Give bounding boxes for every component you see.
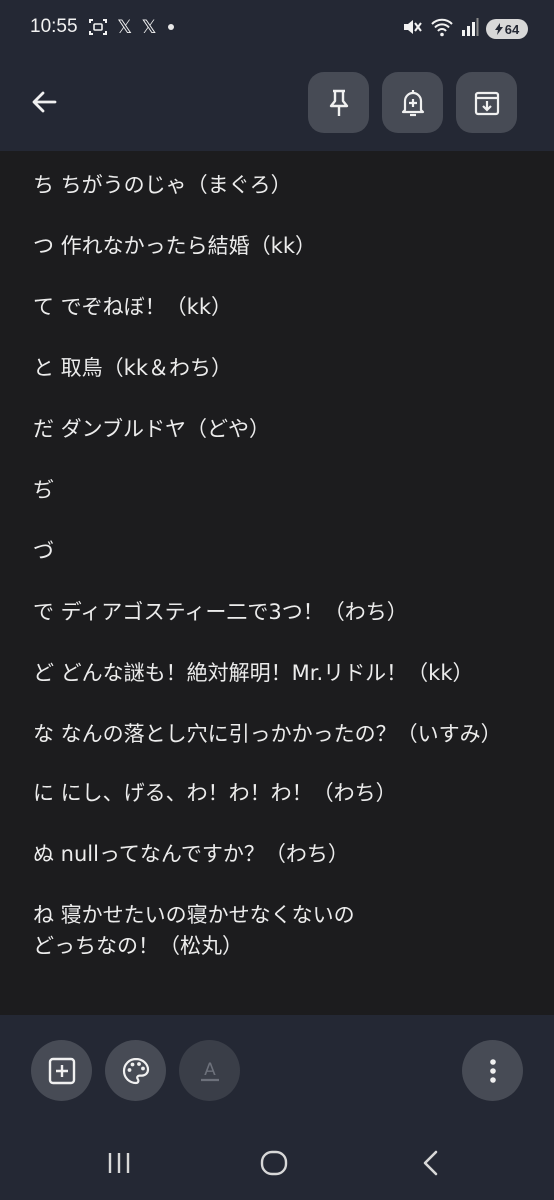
status-left-icons: 𝕏 𝕏 [88, 17, 174, 37]
arrow-back-icon [32, 91, 57, 113]
home-button[interactable] [259, 1148, 289, 1182]
more-vert-icon [489, 1058, 496, 1083]
home-icon [260, 1150, 288, 1176]
note-line: と 取鳥（kk＆わち） [33, 356, 232, 380]
x-logo-icon: 𝕏 [117, 16, 133, 38]
signal-icon [461, 17, 479, 41]
note-line: な なんの落とし穴に引っかかったの？（いすみ） [33, 722, 502, 746]
note-line: つ 作れなかったら結婚（kk） [33, 234, 316, 258]
note-line: て でぞねぼ！（kk） [33, 295, 232, 319]
pin-icon [329, 89, 348, 116]
note-line: で ディアゴスティー二で3つ！（わち） [33, 600, 408, 624]
bottom-action-bar: A [0, 1015, 554, 1130]
note-text[interactable]: ち ちがうのじゃ（まぐろ） つ 作れなかったら結婚（kk） て でぞねぼ！（kk… [33, 170, 523, 990]
note-line: ぬ nullってなんですか？（わち） [33, 842, 349, 866]
note-line: だ ダンブルドヤ（どや） [33, 417, 271, 441]
text-format-icon: A [200, 1060, 219, 1081]
add-box-icon [48, 1057, 75, 1084]
battery-indicator: 64 [486, 19, 528, 39]
note-line: ち ちがうのじゃ（まぐろ） [33, 173, 292, 197]
archive-button[interactable] [456, 72, 517, 133]
note-line: ど どんな謎も！絶対解明！Mr.リドル！（kk） [33, 661, 474, 685]
x-logo-icon: 𝕏 [141, 16, 157, 38]
svg-text:A: A [204, 1060, 216, 1080]
note-line: ぢ [33, 478, 54, 502]
pin-button[interactable] [308, 72, 369, 133]
recent-apps-icon [108, 1153, 130, 1173]
screenshot-icon [88, 17, 108, 37]
palette-icon [122, 1057, 149, 1084]
status-right-icons: 64 [401, 17, 528, 41]
notification-dot [167, 24, 174, 30]
battery-level: 64 [504, 21, 520, 37]
reminder-button[interactable] [382, 72, 443, 133]
back-icon [423, 1150, 438, 1176]
nav-back-button[interactable] [416, 1148, 446, 1182]
note-body[interactable]: ち ちがうのじゃ（まぐろ） つ 作れなかったら結婚（kk） て でぞねぼ！（kk… [0, 151, 554, 1015]
mute-icon [401, 17, 423, 41]
note-line: づ [33, 539, 54, 563]
back-button[interactable] [20, 78, 68, 126]
wifi-icon [430, 17, 454, 41]
add-reminder-icon [401, 89, 424, 116]
more-options-button[interactable] [462, 1040, 523, 1101]
background-options-button[interactable] [105, 1040, 166, 1101]
system-navigation-bar [0, 1130, 554, 1200]
note-toolbar [0, 58, 554, 151]
add-content-button[interactable] [31, 1040, 92, 1101]
status-bar: 10:55 𝕏 𝕏 64 [0, 0, 554, 58]
text-format-button[interactable]: A [179, 1040, 240, 1101]
note-line: に にし、げる、わ！わ！わ！（わち） [33, 781, 397, 805]
recent-apps-button[interactable] [104, 1148, 134, 1182]
archive-icon [474, 91, 499, 115]
note-line: ね 寝かせたいの寝かせなくないの どっちなの！（松丸） [33, 903, 355, 958]
status-time: 10:55 [30, 16, 78, 37]
